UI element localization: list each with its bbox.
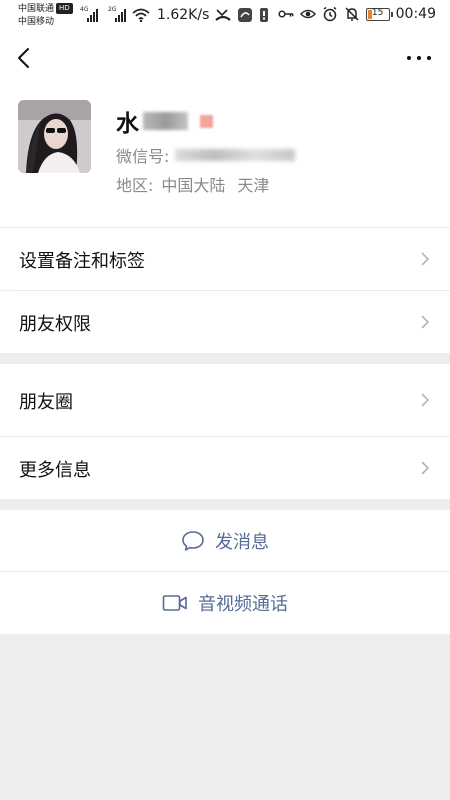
carrier-1: 中国联通 (18, 4, 55, 14)
menu-item-label: 朋友权限 (19, 314, 91, 335)
alarm-icon (323, 6, 337, 22)
mute-bell-icon (345, 7, 359, 21)
region-row: 地区: 中国大陆 天津 (116, 172, 269, 196)
chevron-right-icon (421, 315, 430, 329)
signal-icon: 2G (108, 6, 130, 22)
clock: 00:49 (395, 6, 436, 22)
region-city: 天津 (237, 176, 270, 195)
alert-icon (260, 8, 268, 22)
redacted-emoji (200, 114, 213, 128)
region-label: 地区: (116, 176, 154, 195)
network-speed: 1.62K/s (157, 7, 210, 23)
contact-name: 水 (116, 111, 139, 137)
video-call-button[interactable]: 音视频通话 (0, 572, 450, 634)
redacted-name (143, 112, 188, 130)
send-message-label: 发消息 (215, 531, 269, 553)
menu-item-label: 朋友圈 (19, 392, 73, 413)
status-bar: 中国联通 HD 中国移动 4G 2G 1.62K/s 15 00:49 (0, 0, 450, 34)
avatar-image (18, 100, 91, 173)
chevron-right-icon (421, 252, 430, 266)
profile-header: 水 微信号: 地区: 中国大陆 天津 (0, 82, 450, 227)
menu-item-label: 更多信息 (19, 460, 91, 481)
chevron-right-icon (421, 461, 430, 475)
menu-item-permissions[interactable]: 朋友权限 (0, 291, 450, 353)
carrier-info: 中国联通 HD 中国移动 (18, 3, 73, 29)
chevron-left-icon (18, 48, 29, 68)
video-camera-icon (162, 595, 187, 611)
notification-icons (215, 7, 269, 23)
app-notification-icon (238, 8, 252, 22)
wechat-id-row: 微信号: (116, 143, 296, 167)
nav-bar (0, 34, 450, 82)
hd-badge: HD (56, 3, 73, 14)
wechat-id-label: 微信号: (116, 147, 170, 166)
menu-item-moments[interactable]: 朋友圈 (0, 364, 450, 436)
more-dots-icon (407, 56, 411, 60)
signal-icon: 4G (80, 6, 102, 22)
menu-item-label: 设置备注和标签 (19, 251, 145, 272)
key-icon (278, 10, 294, 18)
eye-icon (299, 9, 316, 19)
region-country: 中国大陆 (161, 176, 226, 195)
carrier-2: 中国移动 (18, 17, 55, 27)
signal-group: 4G 2G (80, 6, 130, 22)
battery-icon: 15 (365, 7, 393, 21)
menu-item-remark-tags[interactable]: 设置备注和标签 (0, 228, 450, 290)
send-message-button[interactable]: 发消息 (0, 510, 450, 571)
video-call-label: 音视频通话 (198, 594, 288, 615)
menu-item-more-info[interactable]: 更多信息 (0, 437, 450, 499)
more-button[interactable] (404, 46, 434, 70)
chevron-right-icon (421, 393, 430, 407)
redacted-wechat-id (175, 149, 296, 161)
system-icons: 15 00:49 (278, 6, 436, 22)
chat-bubble-icon (182, 530, 204, 551)
back-button[interactable] (10, 42, 40, 74)
wifi-icon (132, 8, 150, 22)
contact-name-row: 水 (116, 104, 213, 138)
battery-level: 15 (371, 7, 384, 18)
avatar[interactable] (18, 100, 91, 173)
missed-call-icon (215, 9, 231, 21)
